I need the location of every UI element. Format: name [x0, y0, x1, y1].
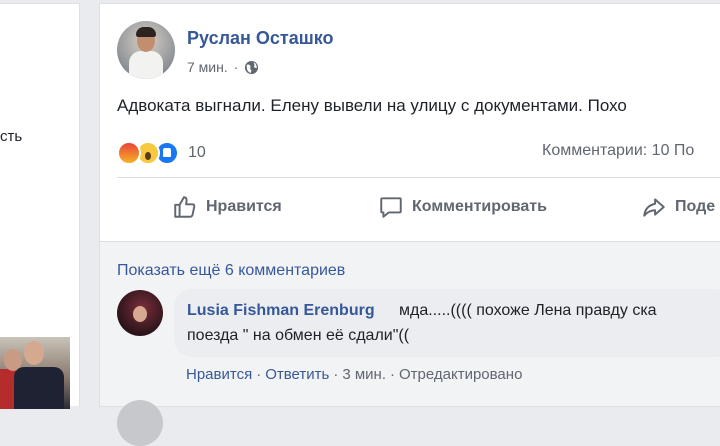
show-more-comments-link[interactable]: Показать ещё 6 комментариев — [117, 262, 345, 280]
post-action-bar: Нравится Комментировать Поде — [100, 194, 720, 226]
reactions-summary[interactable]: 10 — [117, 141, 206, 165]
comment-bubble: Lusia Fishman Erenburg мда.....(((( похо… — [174, 289, 720, 357]
comment-reply-link[interactable]: Ответить — [265, 366, 329, 383]
comments-section: Показать ещё 6 комментариев Lusia Fishma… — [100, 242, 720, 446]
post-meta: 7 мин. · — [187, 59, 259, 75]
post-author-name[interactable]: Руслан Осташко — [187, 28, 334, 49]
left-sidebar-card: сть — [0, 3, 80, 409]
post-body-text: Адвоката выгнали. Елену вывели на улицу … — [117, 96, 627, 115]
comment-button[interactable]: Комментировать — [378, 194, 547, 220]
separator-dot: · — [389, 366, 395, 383]
author-avatar[interactable] — [117, 21, 175, 79]
post-timestamp[interactable]: 7 мин. — [187, 59, 228, 75]
separator-dot: · — [256, 366, 262, 383]
angry-reaction-icon — [117, 141, 141, 165]
post-card: Руслан Осташко 7 мин. · Адвоката выгнали… — [99, 3, 720, 446]
sidebar-photo-thumbnail[interactable] — [0, 337, 70, 409]
sidebar-text-fragment: сть — [0, 128, 23, 145]
like-button[interactable]: Нравится — [172, 194, 282, 220]
next-commenter-avatar[interactable] — [117, 400, 163, 446]
separator-dot: · — [333, 366, 339, 383]
comment-actions: Нравится · Ответить · 3 мин. · Отредакти… — [186, 366, 522, 383]
commenter-avatar[interactable] — [117, 290, 163, 336]
divider — [117, 177, 720, 178]
globe-icon[interactable] — [244, 60, 259, 75]
share-button-label: Поде — [675, 198, 716, 215]
comment-text-line: поезда " на обмен её сдали"(( — [187, 327, 410, 344]
comment-icon — [380, 197, 402, 218]
meta-separator: · — [233, 59, 239, 75]
reactions-count[interactable]: 10 — [188, 144, 206, 162]
comment-timestamp[interactable]: 3 мин. — [342, 366, 386, 383]
like-button-label: Нравится — [206, 198, 282, 215]
comment-author-name[interactable]: Lusia Fishman Erenburg — [187, 302, 375, 320]
share-button[interactable]: Поде — [641, 194, 715, 220]
comment-text-line: мда.....(((( похоже Лена правду ска — [399, 302, 657, 319]
comments-count-link[interactable]: Комментарии: 10 По — [542, 142, 694, 160]
comment-edited-label[interactable]: Отредактировано — [399, 366, 522, 383]
thumbs-up-icon — [174, 196, 196, 218]
comment-like-link[interactable]: Нравится — [186, 366, 252, 383]
comment-button-label: Комментировать — [412, 198, 547, 215]
share-icon — [643, 198, 665, 217]
